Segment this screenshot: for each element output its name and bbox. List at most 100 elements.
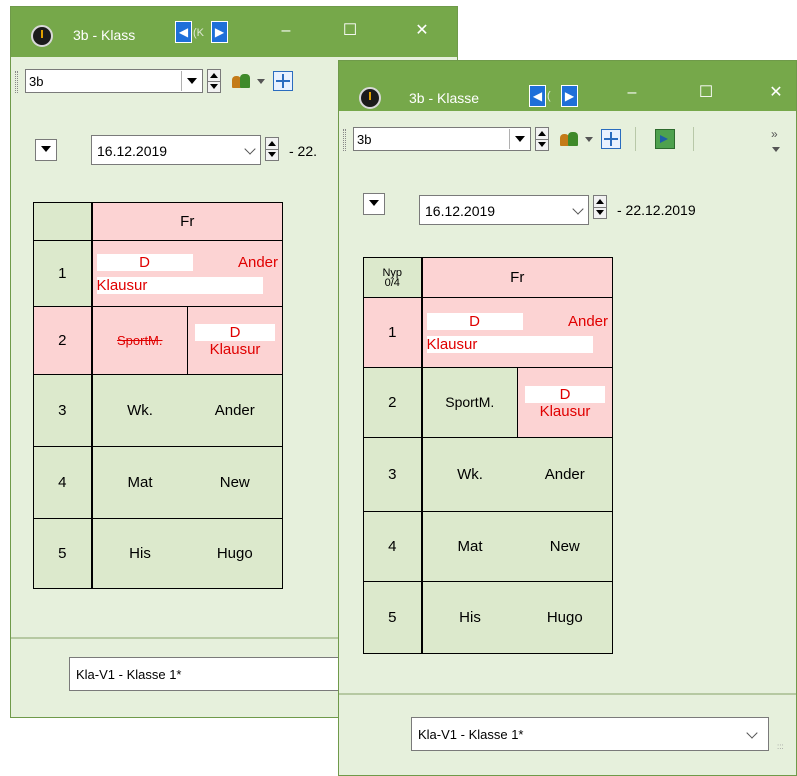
- close-button[interactable]: ✕: [409, 21, 435, 41]
- lesson-cell[interactable]: D Klausur: [187, 306, 283, 375]
- toolbar-overflow-icon[interactable]: »: [771, 128, 778, 140]
- lesson-subject[interactable]: His: [421, 581, 518, 654]
- front-toolbar: 3b »: [339, 119, 796, 159]
- corner-label-top: Nyp: [382, 266, 403, 279]
- lesson-teacher[interactable]: New: [187, 446, 283, 519]
- subject-label: D: [525, 385, 605, 403]
- front-titlebar[interactable]: 3b - Klasse ◀ ( ▶ – ☐ ✕: [339, 61, 796, 111]
- period-number: 5: [363, 581, 423, 654]
- period-number: 2: [33, 306, 93, 375]
- period-number: 4: [33, 446, 93, 519]
- grid-icon[interactable]: [273, 71, 293, 91]
- toolbar-separator: [693, 127, 694, 151]
- chevron-down-icon[interactable]: [181, 71, 201, 91]
- lesson-teacher[interactable]: Ander: [187, 374, 283, 447]
- overflow-dropdown-icon[interactable]: [772, 147, 780, 153]
- period-number: 5: [33, 518, 93, 589]
- close-button[interactable]: ✕: [763, 83, 789, 103]
- cancelled-subject-label: SportM.: [116, 333, 163, 348]
- back-window-title: 3b - Klass: [73, 27, 136, 43]
- maximize-button[interactable]: ☐: [337, 21, 363, 41]
- day-header[interactable]: Fr: [421, 257, 613, 298]
- grid-icon[interactable]: [601, 129, 621, 149]
- corner-cell[interactable]: Nyp 0/4: [363, 257, 423, 298]
- lesson-cell[interactable]: D Ander Klausur: [421, 297, 613, 368]
- lesson-cell[interactable]: SportM.: [421, 367, 518, 438]
- lesson-teacher[interactable]: Hugo: [187, 518, 283, 589]
- teacher-label: Ander: [237, 253, 278, 271]
- back-titlebar[interactable]: 3b - Klass ◀ (K ▶ – ☐ ✕: [11, 7, 457, 57]
- exam-label: Klausur: [96, 276, 263, 294]
- lesson-cell[interactable]: SportM.: [91, 306, 188, 375]
- subject-label: D: [96, 253, 193, 271]
- period-number: 4: [363, 511, 423, 582]
- lesson-subject[interactable]: His: [91, 518, 188, 589]
- back-date-spinner[interactable]: [265, 137, 279, 161]
- corner-cell: [33, 202, 93, 241]
- back-class-select[interactable]: 3b: [25, 69, 203, 93]
- exit-icon[interactable]: [655, 129, 675, 149]
- front-class-spinner[interactable]: [535, 127, 549, 151]
- exam-label: Klausur: [426, 335, 593, 353]
- front-date-end: - 22.12.2019: [617, 202, 696, 218]
- period-number: 3: [363, 437, 423, 512]
- chevron-down-icon[interactable]: [746, 727, 758, 739]
- lesson-cell[interactable]: D Klausur: [517, 367, 613, 438]
- people-dropdown-icon[interactable]: [585, 137, 593, 143]
- clock-app-icon: [359, 87, 381, 109]
- next-arrow-icon[interactable]: ▶: [211, 21, 228, 43]
- clock-app-icon: [31, 25, 53, 47]
- resize-grip-icon[interactable]: [777, 737, 787, 747]
- period-number: 1: [33, 240, 93, 307]
- lesson-subject[interactable]: Wk.: [421, 437, 518, 512]
- lesson-subject[interactable]: Mat: [91, 446, 188, 519]
- day-header[interactable]: Fr: [91, 202, 283, 241]
- maximize-button[interactable]: ☐: [693, 83, 719, 103]
- corner-label-bottom: 0/4: [384, 276, 400, 289]
- back-title-suffix: (K: [193, 27, 204, 39]
- toolbar-grip[interactable]: [343, 129, 346, 151]
- exam-label: Klausur: [209, 340, 261, 358]
- lesson-cell[interactable]: D Ander Klausur: [91, 240, 283, 307]
- front-date-spinner[interactable]: [593, 195, 607, 219]
- subject-label: SportM.: [445, 394, 495, 410]
- period-number: 2: [363, 367, 423, 438]
- lesson-teacher[interactable]: Ander: [517, 437, 613, 512]
- subject-label: D: [195, 323, 275, 341]
- next-arrow-icon[interactable]: ▶: [561, 85, 578, 107]
- people-dropdown-icon[interactable]: [257, 79, 265, 85]
- subject-label: D: [426, 312, 523, 330]
- period-number: 3: [33, 374, 93, 447]
- toolbar-separator: [635, 127, 636, 151]
- back-date-picker[interactable]: 16.12.2019: [91, 135, 261, 165]
- people-icon[interactable]: [231, 71, 251, 91]
- period-number: 1: [363, 297, 423, 368]
- minimize-button[interactable]: –: [273, 21, 299, 41]
- toolbar-grip[interactable]: [15, 71, 18, 93]
- previous-arrow-icon[interactable]: ◀: [175, 21, 192, 43]
- previous-arrow-icon[interactable]: ◀: [529, 85, 546, 107]
- back-class-spinner[interactable]: [207, 69, 221, 93]
- front-window[interactable]: 3b - Klasse ◀ ( ▶ – ☐ ✕ 3b » 16.12.2019 …: [338, 60, 797, 776]
- chevron-down-icon[interactable]: [244, 143, 256, 155]
- lesson-subject[interactable]: Mat: [421, 511, 518, 582]
- teacher-label: Ander: [567, 312, 608, 330]
- front-divider: [339, 693, 796, 695]
- lesson-teacher[interactable]: Hugo: [517, 581, 613, 654]
- exam-label: Klausur: [539, 402, 591, 420]
- minimize-button[interactable]: –: [619, 83, 645, 103]
- front-date-picker[interactable]: 16.12.2019: [419, 195, 589, 225]
- back-date-end: - 22.: [289, 143, 318, 159]
- back-timetable: Fr 1 D Ander Klausur 2 SportM. D Klausur…: [33, 202, 283, 589]
- front-menu-button[interactable]: [363, 193, 385, 215]
- front-class-select[interactable]: 3b: [353, 127, 531, 151]
- chevron-down-icon[interactable]: [509, 129, 529, 149]
- people-icon[interactable]: [559, 129, 579, 149]
- lesson-teacher[interactable]: New: [517, 511, 613, 582]
- back-menu-button[interactable]: [35, 139, 57, 161]
- front-title-suffix: (: [547, 90, 551, 102]
- front-format-select[interactable]: Kla-V1 - Klasse 1*: [411, 717, 769, 751]
- lesson-subject[interactable]: Wk.: [91, 374, 188, 447]
- front-window-title: 3b - Klasse: [409, 90, 480, 106]
- chevron-down-icon[interactable]: [572, 203, 584, 215]
